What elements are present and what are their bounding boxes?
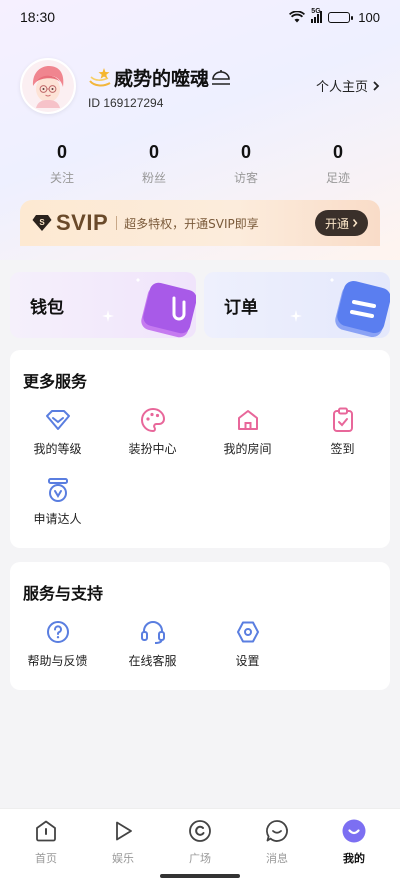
tab-label: 消息 [266, 852, 288, 865]
status-time: 18:30 [20, 9, 56, 25]
service-label: 装扮中心 [128, 442, 177, 456]
order-label: 订单 [224, 297, 258, 318]
stat-label: 足迹 [325, 171, 350, 185]
profile-stats: 0 关注 0 粉丝 0 访客 0 足迹 [16, 142, 384, 186]
wifi-icon [289, 11, 306, 23]
tab-messages[interactable]: 消息 [237, 818, 317, 866]
palette-icon [139, 406, 167, 434]
service-label: 申请达人 [33, 512, 82, 526]
stat-footprints[interactable]: 0 足迹 [292, 142, 384, 186]
stat-label: 访客 [233, 171, 258, 185]
tab-profile[interactable]: 我的 [314, 818, 394, 866]
stat-following[interactable]: 0 关注 [16, 142, 108, 186]
battery-level: 100 [358, 9, 380, 25]
service-label: 我的等级 [33, 442, 82, 456]
status-bar: 18:30 5G 100 [0, 0, 400, 34]
homepage-label: 个人主页 [315, 80, 368, 95]
svip-open-label: 开通 [324, 216, 349, 231]
status-icons: 5G 100 [289, 8, 380, 25]
wallet-label: 钱包 [30, 297, 64, 318]
stat-visitors[interactable]: 0 访客 [200, 142, 292, 186]
more-services-title: 更多服务 [23, 372, 88, 391]
support-help-feedback[interactable]: 帮助与反馈 [10, 618, 105, 678]
service-my-room[interactable]: 我的房间 [200, 406, 295, 466]
tab-entertainment[interactable]: 娱乐 [83, 818, 163, 866]
service-label: 签到 [330, 442, 355, 456]
tab-home[interactable]: 首页 [6, 818, 86, 866]
svip-diamond-icon: S [32, 215, 52, 231]
service-label: 我的房间 [223, 442, 272, 456]
stat-fans[interactable]: 0 粉丝 [108, 142, 200, 186]
order-card[interactable]: 订单 [204, 272, 390, 338]
nickname: 威势的噬魂 [114, 68, 210, 90]
order-icon [330, 278, 390, 338]
network-type-label: 5G [311, 8, 321, 15]
stat-value: 0 [148, 142, 159, 162]
house-icon [234, 406, 262, 434]
level-icon [44, 406, 72, 434]
support-label: 设置 [235, 654, 260, 668]
tab-plaza[interactable]: 广场 [160, 818, 240, 866]
sparkle-icon [102, 310, 114, 322]
stat-value: 0 [240, 142, 251, 162]
profile-header: 威势的噬魂 ID 169127294 个人主页 [20, 58, 380, 114]
service-apply-expert[interactable]: 申请达人 [10, 476, 105, 536]
plaza-icon [187, 818, 213, 844]
support-title: 服务与支持 [23, 584, 104, 603]
tab-label: 娱乐 [112, 852, 134, 865]
avatar[interactable] [20, 58, 76, 114]
svip-badge-text: SVIP [56, 210, 109, 235]
sparkle-star-icon [89, 67, 111, 86]
svip-logo: S SVIP [32, 210, 108, 236]
chevron-right-icon [373, 80, 380, 91]
headset-icon [139, 618, 167, 646]
svip-description: 超多特权，开通SVIP即享 [124, 216, 259, 231]
profile-icon [341, 818, 367, 844]
tab-label: 我的 [343, 852, 365, 865]
help-icon [44, 618, 72, 646]
home-icon [33, 818, 59, 844]
stat-value: 0 [332, 142, 343, 162]
service-my-level[interactable]: 我的等级 [10, 406, 105, 466]
stat-label: 关注 [49, 171, 74, 185]
stat-label: 粉丝 [141, 171, 166, 185]
expert-badge-icon [44, 476, 72, 504]
support-online-service[interactable]: 在线客服 [105, 618, 200, 678]
tab-label: 广场 [189, 852, 211, 865]
umbrella-icon [212, 69, 231, 85]
service-dressup-center[interactable]: 装扮中心 [105, 406, 200, 466]
checkin-icon [329, 406, 357, 434]
wallet-icon [136, 278, 196, 338]
nickname-row: 威势的噬魂 [88, 64, 231, 91]
svip-open-button[interactable]: 开通 [314, 210, 368, 236]
homepage-link[interactable]: 个人主页 [316, 76, 380, 95]
signal-icon: 5G [311, 8, 323, 23]
home-indicator [160, 874, 240, 878]
support-label: 在线客服 [128, 654, 177, 668]
battery-icon [328, 11, 354, 23]
sparkle-icon [290, 310, 302, 322]
svip-divider [116, 216, 118, 230]
avatar-illustration [22, 60, 74, 112]
tab-label: 首页 [35, 852, 57, 865]
user-id: ID 169127294 [88, 96, 164, 110]
service-checkin[interactable]: 签到 [295, 406, 390, 466]
message-icon [264, 818, 290, 844]
svip-banner[interactable]: S SVIP 超多特权，开通SVIP即享 开通 [20, 200, 380, 246]
chevron-right-icon [352, 219, 358, 227]
support-settings[interactable]: 设置 [200, 618, 295, 678]
settings-icon [234, 618, 262, 646]
wallet-card[interactable]: 钱包 [10, 272, 196, 338]
more-services-panel: 更多服务 我的等级 装扮中心 我的房间 签到 申请达人 [10, 350, 390, 548]
support-label: 帮助与反馈 [27, 654, 88, 668]
play-icon [110, 818, 136, 844]
svg-text:S: S [39, 218, 45, 227]
quick-cards: 钱包 订单 [10, 272, 390, 338]
support-panel: 服务与支持 帮助与反馈 在线客服 设置 [10, 562, 390, 690]
stat-value: 0 [56, 142, 67, 162]
